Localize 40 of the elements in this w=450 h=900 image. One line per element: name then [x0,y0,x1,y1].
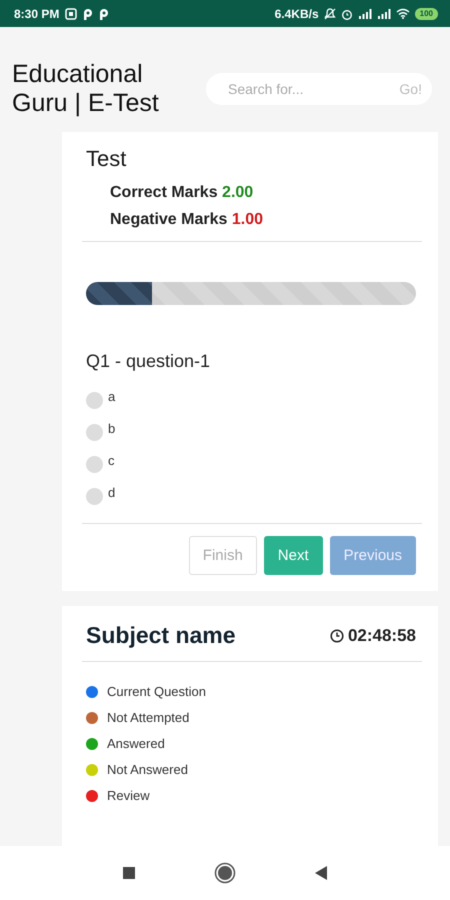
network-speed: 6.4KB/s [274,6,319,20]
option-label: d [108,485,116,500]
alarm-icon [340,8,353,20]
radio-button[interactable] [86,424,103,441]
signal-icon [358,8,372,18]
legend-label: Current Question [107,684,206,699]
wifi-icon [396,8,410,19]
timer-text: 02:48:58 [348,626,416,646]
marks-line: Correct Marks 2.00 [110,184,254,202]
status-time: 8:30 PM [14,6,60,20]
search-field[interactable]: Search for... Go! [206,73,432,105]
card-title: Test [86,146,128,172]
previous-button[interactable]: Previous [330,536,416,575]
question-text: Q1 - question-1 [86,351,212,372]
home-icon [214,862,236,884]
clock-icon [330,628,344,642]
battery-level: 100 [414,8,438,20]
subject-title: Subject name [86,622,236,649]
option-label: b [108,421,116,436]
signal-icon [376,8,391,18]
option-label: a [108,389,116,404]
marks-line: Negative Marks 1.00 [110,211,264,229]
bell-icon [324,8,336,20]
notification-icon [99,8,110,20]
finish-button[interactable]: Finish [188,536,257,575]
legend-label: Not Attempted [107,710,190,725]
radio-button[interactable] [86,456,103,473]
option-label: c [108,453,114,468]
radio-button[interactable] [86,392,103,409]
back-icon [314,865,328,881]
go-button[interactable]: Go! [399,81,422,97]
legend-label: Answered [107,736,165,751]
square-icon [122,866,136,880]
legend-label: Review [107,788,150,803]
legend-label: Not Answered [107,762,188,777]
radio-button[interactable] [86,488,103,505]
notification-icon [83,8,94,20]
app-title: Educational Guru | E-Test [12,60,160,118]
next-button[interactable]: Next [264,536,323,575]
notification-icon [65,8,78,20]
